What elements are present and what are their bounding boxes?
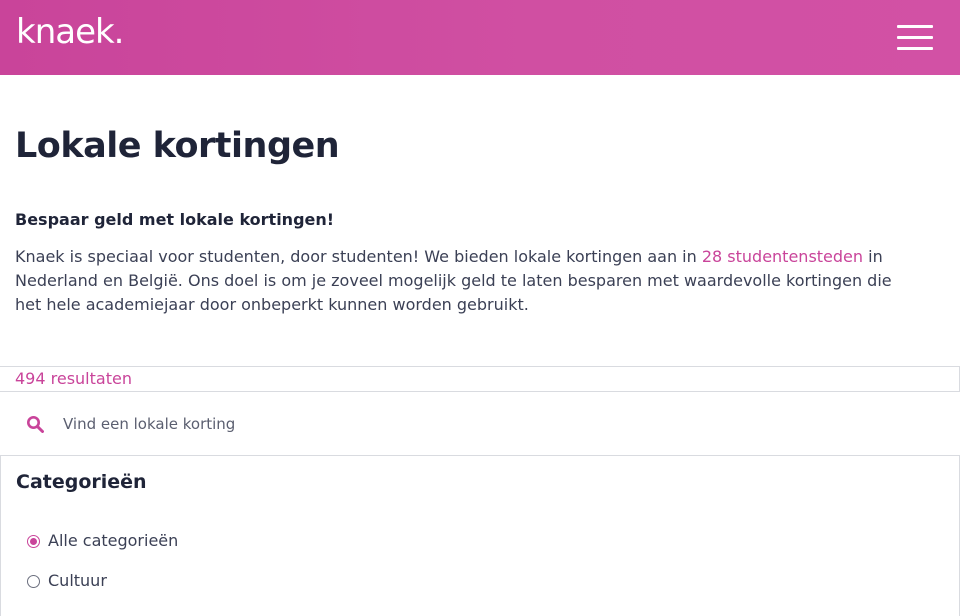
radio-selected[interactable] xyxy=(27,535,40,548)
results-bar: 494 resultaten xyxy=(0,366,960,392)
radio-unselected[interactable] xyxy=(27,575,40,588)
menu-bar-middle xyxy=(897,36,933,39)
menu-bar-top xyxy=(897,25,933,28)
search-input[interactable] xyxy=(56,408,936,440)
categories-filter: Categorieën Alle categorieën Cultuur xyxy=(0,456,960,616)
search-bar xyxy=(0,392,960,456)
intro-text-start: Knaek is speciaal voor studenten, door s… xyxy=(15,247,702,266)
intro-text: Knaek is speciaal voor studenten, door s… xyxy=(15,245,895,317)
top-header: knaek. xyxy=(0,0,960,75)
category-label: Cultuur xyxy=(48,571,107,590)
knaek-logo[interactable]: knaek. xyxy=(16,12,124,52)
categories-title: Categorieën xyxy=(16,471,147,493)
menu-bar-bottom xyxy=(897,47,933,50)
student-cities-link[interactable]: 28 studentensteden xyxy=(702,247,863,266)
results-count: 494 resultaten xyxy=(15,369,132,388)
page-title: Lokale kortingen xyxy=(15,126,340,166)
hamburger-menu-icon[interactable] xyxy=(897,24,933,50)
page-subtitle: Bespaar geld met lokale kortingen! xyxy=(15,210,335,229)
search-icon[interactable] xyxy=(26,415,44,433)
category-label: Alle categorieën xyxy=(48,531,179,550)
